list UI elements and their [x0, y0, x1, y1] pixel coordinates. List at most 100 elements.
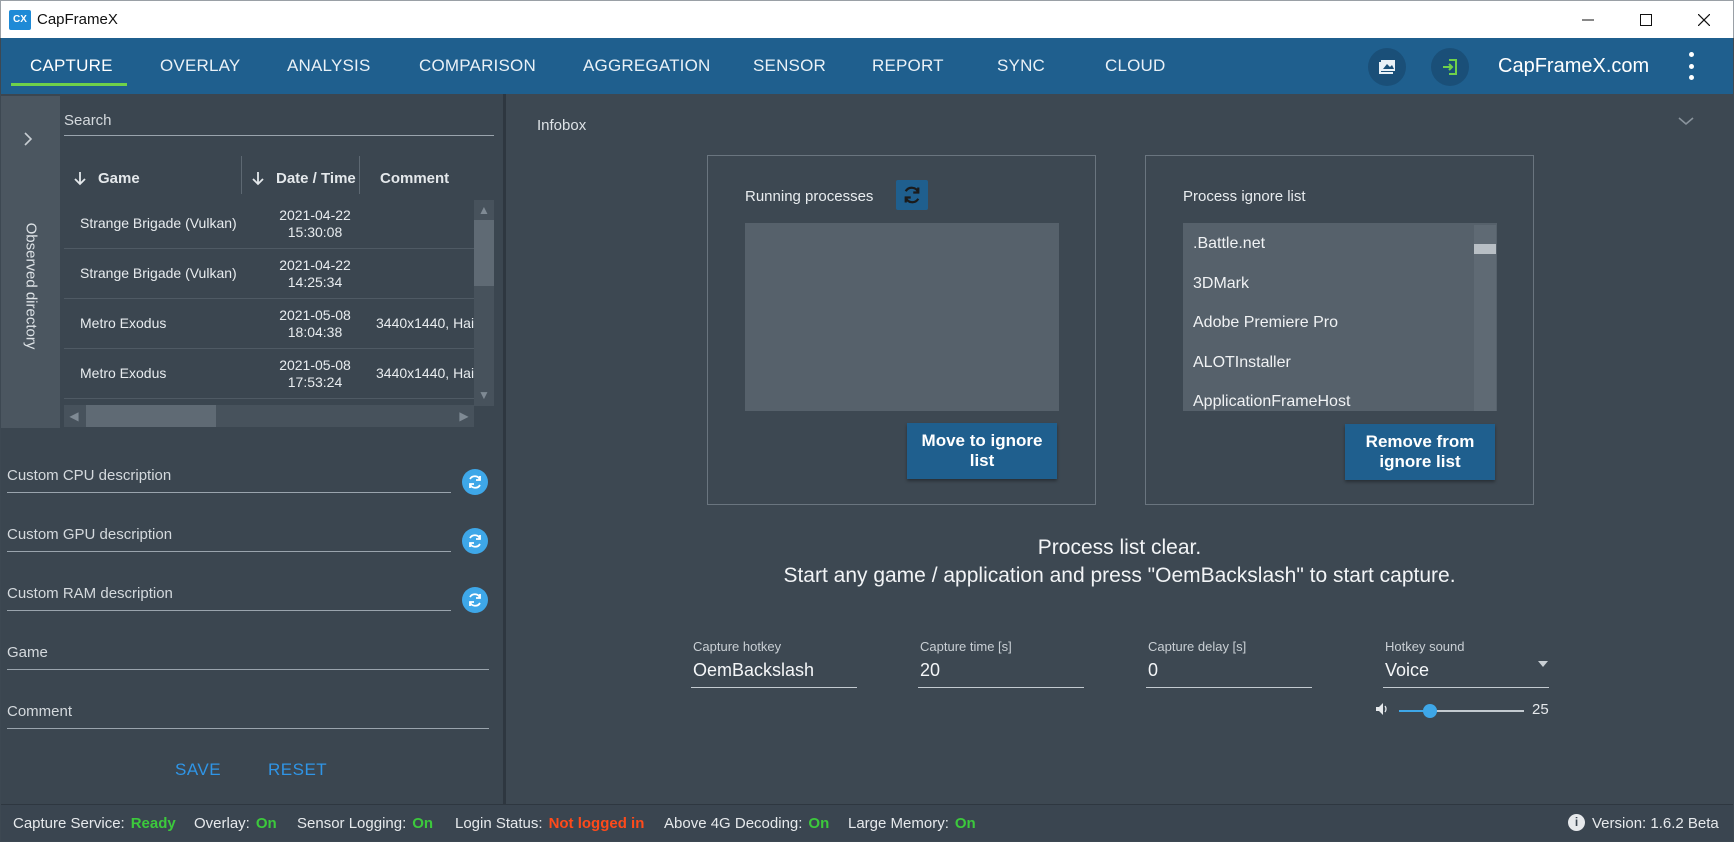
cell-game: Strange Brigade (Vulkan) [80, 265, 237, 281]
status-value: Ready [130, 815, 176, 832]
capture-hotkey-label: Capture hotkey [693, 639, 782, 654]
scroll-left-icon[interactable]: ◀ [64, 409, 84, 423]
status-value: On [255, 815, 277, 832]
custom-gpu-field[interactable]: Custom GPU description [7, 526, 451, 552]
status-value: Not logged in [548, 815, 645, 832]
close-button[interactable] [1675, 1, 1733, 39]
scroll-right-icon[interactable]: ▶ [454, 409, 474, 423]
list-item[interactable]: .Battle.net [1193, 235, 1265, 253]
hotkey-sound-label: Hotkey sound [1385, 639, 1465, 654]
sort-down-icon [252, 172, 264, 186]
capture-right-panel [506, 94, 1733, 804]
cell-comment: 3440x1440, Hair [376, 315, 474, 331]
column-header-comment-label: Comment [380, 169, 450, 187]
active-tab-indicator [11, 83, 127, 86]
list-item[interactable]: ApplicationFrameHost [1193, 393, 1350, 411]
status-message-line2: Start any game / application and press "… [783, 564, 1456, 587]
status-value: On [808, 815, 830, 832]
more-vert-icon[interactable] [1685, 52, 1697, 80]
refresh-icon [469, 593, 481, 607]
comment-field[interactable]: Comment [7, 703, 489, 729]
refresh-gpu-button[interactable] [462, 528, 488, 554]
column-header-game-label: Game [98, 169, 140, 187]
running-processes-list[interactable] [745, 223, 1059, 411]
column-header-datetime[interactable]: Date / Time [250, 160, 356, 196]
list-item[interactable]: ALOTInstaller [1193, 354, 1291, 372]
table-row[interactable]: Strange Brigade (Vulkan) 2021-04-22 15:30… [64, 199, 474, 249]
cell-game: Strange Brigade (Vulkan) [80, 215, 237, 231]
cell-datetime: 2021-05-08 17:53:24 [279, 357, 351, 390]
volume-icon [1376, 703, 1387, 715]
title-bar: CX CapFrameX [0, 0, 1734, 38]
list-item[interactable]: Adobe Premiere Pro [1193, 314, 1338, 332]
chevron-right-icon [24, 132, 33, 146]
tab-report[interactable]: REPORT [872, 38, 944, 94]
capture-time-input[interactable]: 20 [918, 656, 1084, 688]
custom-ram-field[interactable]: Custom RAM description [7, 585, 451, 611]
refresh-processes-button[interactable] [896, 180, 928, 210]
cell-comment: 3440x1440, Hair [376, 365, 474, 381]
column-header-comment[interactable]: Comment [380, 160, 449, 196]
infobox-label[interactable]: Infobox [537, 117, 586, 134]
sync-icon [904, 186, 920, 204]
capture-delay-input[interactable]: 0 [1146, 656, 1312, 688]
custom-cpu-field[interactable]: Custom CPU description [7, 467, 451, 493]
status-value: On [954, 815, 976, 832]
capture-time-label: Capture time [s] [920, 639, 1012, 654]
save-button[interactable]: SAVE [175, 760, 221, 780]
screenshot-icon [1379, 60, 1395, 74]
remove-from-ignore-list-button[interactable]: Remove from ignore list [1345, 424, 1495, 480]
site-link[interactable]: CapFrameX.com [1498, 38, 1649, 94]
capture-delay-label: Capture delay [s] [1148, 639, 1247, 654]
screenshot-button[interactable] [1368, 48, 1406, 86]
observed-directory-toggle[interactable]: Observed directory [1, 96, 60, 428]
cell-game: Metro Exodus [80, 315, 167, 331]
cell-datetime: 2021-05-08 18:04:38 [279, 307, 351, 340]
main-nav: CAPTURE OVERLAY ANALYSIS COMPARISON AGGR… [1, 38, 1733, 94]
game-field[interactable]: Game [7, 644, 489, 670]
tab-overlay[interactable]: OVERLAY [160, 38, 240, 94]
list-item[interactable]: 3DMark [1193, 275, 1249, 293]
column-divider[interactable] [359, 156, 360, 194]
cell-game: Metro Exodus [80, 365, 167, 381]
status-message-line1: Process list clear. [1037, 536, 1202, 559]
close-icon [1698, 14, 1710, 26]
column-header-datetime-label: Date / Time [276, 169, 356, 187]
maximize-icon [1640, 14, 1652, 26]
info-icon[interactable]: i [1568, 814, 1585, 831]
refresh-ram-button[interactable] [462, 587, 488, 613]
reset-button[interactable]: RESET [268, 760, 327, 780]
tab-cloud[interactable]: CLOUD [1105, 38, 1166, 94]
table-row[interactable]: Metro Exodus 2021-05-08 17:53:24 3440x144… [64, 349, 474, 399]
hotkey-sound-select[interactable]: Voice [1383, 656, 1549, 688]
ignore-list-scroll-thumb[interactable] [1474, 244, 1496, 254]
table-horizontal-scroll-thumb[interactable] [86, 405, 216, 427]
capture-hotkey-input[interactable]: OemBackslash [691, 656, 857, 688]
table-row[interactable]: Metro Exodus 2021-05-08 18:04:38 3440x144… [64, 299, 474, 349]
status-above-4g: Above 4G Decoding: On [664, 815, 830, 832]
tab-analysis[interactable]: ANALYSIS [287, 38, 371, 94]
tab-sync[interactable]: SYNC [997, 38, 1045, 94]
table-row[interactable]: Strange Brigade (Vulkan) 2021-04-22 14:25… [64, 249, 474, 299]
scroll-down-icon[interactable]: ▼ [474, 388, 494, 402]
chevron-down-icon[interactable] [1538, 661, 1548, 667]
refresh-cpu-button[interactable] [462, 469, 488, 495]
cell-datetime: 2021-04-22 15:30:08 [279, 207, 351, 240]
login-button[interactable] [1431, 48, 1469, 86]
column-divider[interactable] [241, 156, 242, 194]
chevron-down-icon[interactable] [1678, 116, 1694, 126]
cell-datetime: 2021-04-22 14:25:34 [279, 257, 351, 290]
scroll-up-icon[interactable]: ▲ [474, 203, 494, 217]
maximize-button[interactable] [1617, 1, 1675, 39]
tab-aggregation[interactable]: AGGREGATION [583, 38, 711, 94]
status-large-memory: Large Memory: On [848, 815, 976, 832]
tab-comparison[interactable]: COMPARISON [419, 38, 536, 94]
refresh-icon [469, 475, 481, 489]
volume-value: 25 [1532, 701, 1549, 718]
table-vertical-scroll-thumb[interactable] [474, 220, 494, 286]
tab-sensor[interactable]: SENSOR [753, 38, 826, 94]
column-header-game[interactable]: Game [72, 160, 140, 196]
search-input[interactable]: Search [64, 112, 494, 136]
minimize-button[interactable] [1559, 1, 1617, 39]
move-to-ignore-list-button[interactable]: Move to ignore list [907, 423, 1057, 479]
